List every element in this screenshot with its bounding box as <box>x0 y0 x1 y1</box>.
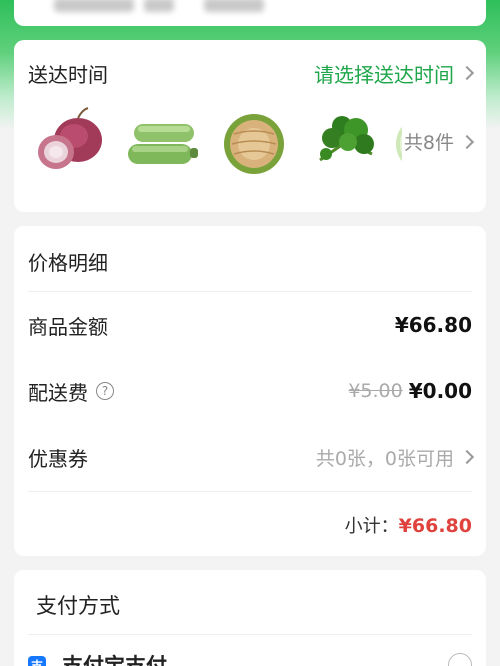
payment-method-name: 支付宝支付 <box>62 654 167 666</box>
leafy-greens-image <box>302 104 390 180</box>
subtotal-label: 小计： <box>344 516 399 537</box>
chevron-right-icon <box>459 65 475 81</box>
shipping-original-price: ¥5.00 <box>348 380 403 402</box>
noodles-image <box>210 104 298 180</box>
goods-amount-label: 商品金额 <box>28 314 108 339</box>
select-delivery-time-link[interactable]: 请选择送达时间 <box>314 59 475 88</box>
price-detail-card: 价格明细 商品金额 ¥66.80 配送费 ? ¥5.00 ¥0.00 优惠券 共… <box>14 226 486 556</box>
chevron-right-icon <box>459 134 475 149</box>
goods-amount-value: ¥66.80 <box>394 313 472 337</box>
product-thumbnails[interactable] <box>26 104 402 180</box>
subtotal-value: ¥66.80 <box>398 515 472 537</box>
delivery-time-title: 送达时间 <box>28 62 108 87</box>
address-text-blurred <box>54 0 134 12</box>
address-text-blurred <box>144 0 174 12</box>
alipay-option[interactable]: 支 支付宝支付 <box>28 650 472 666</box>
shipping-fee-value: ¥0.00 <box>408 379 472 403</box>
delivery-card: 送达时间 请选择送达时间 共8件 <box>14 40 486 212</box>
help-icon[interactable]: ? <box>96 382 114 400</box>
payment-radio[interactable] <box>448 653 472 666</box>
select-delivery-time-label: 请选择送达时间 <box>314 62 454 87</box>
view-all-items-link[interactable]: 共8件 <box>403 128 475 155</box>
coupon-label: 优惠券 <box>28 446 88 471</box>
zucchini-image <box>118 104 206 180</box>
chevron-right-icon <box>459 449 475 465</box>
divider <box>28 491 472 492</box>
shipping-fee-label: 配送费 <box>28 380 88 405</box>
item-count-label: 共8件 <box>403 132 454 154</box>
payment-method-title: 支付方式 <box>36 594 120 618</box>
alipay-icon: 支 <box>28 656 46 666</box>
coupon-row[interactable]: 优惠券 共0张，0张可用 <box>28 442 475 472</box>
onion-image <box>26 104 114 180</box>
cabbage-image <box>394 104 402 180</box>
price-detail-title: 价格明细 <box>28 250 108 275</box>
address-card[interactable] <box>14 0 486 26</box>
payment-card: 支付方式 支 支付宝支付 <box>14 570 486 666</box>
divider <box>28 634 472 635</box>
subtotal: 小计：¥66.80 <box>345 512 472 538</box>
address-text-blurred <box>204 0 264 12</box>
divider <box>28 291 472 292</box>
coupon-value: 共0张，0张可用 <box>315 447 454 470</box>
